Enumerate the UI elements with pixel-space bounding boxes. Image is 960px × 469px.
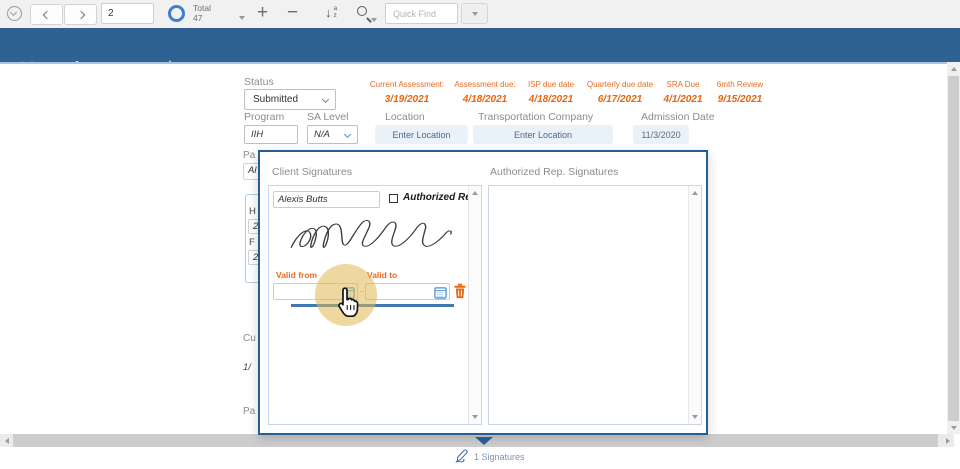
clipped-text: 1/ <box>243 362 251 373</box>
page-number-input[interactable]: 2 <box>101 3 154 24</box>
clipped-label: Cu <box>243 333 256 344</box>
due-date-value: 4/1/2021 <box>658 94 708 105</box>
signatures-count[interactable]: 1 Signatures <box>474 452 525 462</box>
authorized-rep-checkbox[interactable] <box>389 194 398 203</box>
zoom-in-button[interactable]: + <box>257 3 268 22</box>
due-date-label: Quarterly due date <box>578 80 662 89</box>
trash-icon[interactable] <box>454 283 466 299</box>
chevron-right-icon <box>76 10 84 18</box>
due-date-value: 4/18/2021 <box>520 94 582 105</box>
chevron-left-icon <box>42 10 50 18</box>
signatures-dialog: Client Signatures Authorized Rep. Signat… <box>258 150 708 435</box>
caret-down-icon[interactable] <box>239 16 245 20</box>
due-date-col: Current Assessment: 3/19/2021 <box>362 80 452 105</box>
sort-az-icon: a z <box>334 5 338 21</box>
admission-date-label: Admission Date <box>641 111 715 123</box>
scroll-down-icon[interactable] <box>692 415 698 419</box>
scroll-up-icon[interactable] <box>472 191 478 195</box>
prev-record-button[interactable] <box>30 4 63 25</box>
scroll-down-icon[interactable] <box>472 415 478 419</box>
collapse-circle-icon[interactable] <box>7 6 22 21</box>
total-count: 47 <box>193 13 211 23</box>
due-date-col: Assessment due: 4/18/2021 <box>448 80 522 105</box>
admission-date-button[interactable]: 11/3/2020 <box>633 125 689 144</box>
top-toolbar: 2 Total 47 + − ↓ a z <box>0 0 960 28</box>
dialog-collapse-arrow[interactable] <box>475 437 493 445</box>
chevron-down-icon <box>322 96 329 103</box>
due-date-col: Quarterly due date 6/17/2021 <box>578 80 662 105</box>
quick-find-container <box>385 3 458 24</box>
valid-to-input[interactable] <box>365 283 450 300</box>
due-date-col: 6mth Review 9/15/2021 <box>708 80 772 105</box>
total-label: Total <box>193 3 211 13</box>
chevron-down-icon <box>344 131 351 138</box>
sa-level-label: SA Level <box>307 111 348 123</box>
vertical-scrollbar-thumb[interactable] <box>948 76 959 421</box>
app-window: 2 Total 47 + − ↓ a z Close <box>0 0 960 469</box>
search-icon[interactable] <box>357 6 367 16</box>
signature-stroke <box>285 214 457 254</box>
clipped-label: Pa <box>243 150 255 161</box>
vertical-scrollbar[interactable] <box>947 62 960 434</box>
pen-sign-icon <box>453 448 470 464</box>
status-value: Submitted <box>253 94 298 105</box>
transportation-label: Transportation Company <box>478 111 593 123</box>
due-date-label: Current Assessment: <box>362 80 452 89</box>
scroll-down-button[interactable] <box>947 421 960 434</box>
location-label: Location <box>385 111 425 123</box>
action-toolbar: Close Sign View Audit <box>0 28 960 62</box>
due-date-col: SRA Due 4/1/2021 <box>658 80 708 105</box>
client-signatures-label: Client Signatures <box>272 166 352 178</box>
due-date-label: Assessment due: <box>448 80 522 89</box>
due-date-label: ISP due date <box>520 80 582 89</box>
program-input[interactable]: IIH <box>244 125 298 144</box>
due-date-col: ISP due date 4/18/2021 <box>520 80 582 105</box>
cursor-hand-icon <box>335 286 361 319</box>
client-signatures-panel: Alexis Butts Authorized Rep Valid from V… <box>268 185 482 425</box>
due-date-value: 9/15/2021 <box>708 94 772 105</box>
total-counter: Total 47 <box>193 3 211 23</box>
search-caret-icon[interactable] <box>371 18 377 22</box>
sort-arrow-icon: ↓ <box>325 5 332 21</box>
program-label: Program <box>244 111 284 123</box>
scroll-up-button[interactable] <box>947 62 960 75</box>
due-date-value: 6/17/2021 <box>578 94 662 105</box>
status-select[interactable]: Submitted <box>244 89 336 110</box>
valid-from-label: Valid from <box>276 270 317 280</box>
scroll-left-button[interactable] <box>0 434 13 447</box>
next-record-button[interactable] <box>64 4 97 25</box>
due-date-value: 4/18/2021 <box>448 94 522 105</box>
clipped-text: F <box>249 237 255 248</box>
status-label: Status <box>244 76 274 88</box>
sort-button[interactable]: ↓ a z <box>325 5 337 21</box>
scroll-up-icon[interactable] <box>692 191 698 195</box>
clipped-text: H <box>249 206 256 217</box>
quick-find-dropdown-button[interactable] <box>461 3 488 24</box>
transportation-button[interactable]: Enter Location <box>473 125 613 144</box>
progress-ring-icon <box>168 5 185 22</box>
authorized-signatures-panel <box>488 185 702 425</box>
signer-name-input[interactable]: Alexis Butts <box>273 191 380 208</box>
location-button[interactable]: Enter Location <box>375 125 468 144</box>
clipped-label: Pa <box>243 406 255 417</box>
authorized-signatures-label: Authorized Rep. Signatures <box>490 166 618 178</box>
caret-down-icon <box>472 12 478 16</box>
authorized-rep-checkbox-label: Authorized Rep <box>403 192 477 203</box>
due-date-label: SRA Due <box>658 80 708 89</box>
scroll-right-button[interactable] <box>941 434 954 447</box>
panel-scrollbar[interactable] <box>468 186 481 424</box>
calendar-icon[interactable] <box>434 286 447 299</box>
quick-find-input[interactable] <box>386 5 457 24</box>
sa-level-select[interactable]: N/A <box>307 125 358 144</box>
due-date-value: 3/19/2021 <box>362 94 452 105</box>
sa-level-value: N/A <box>314 129 330 140</box>
zoom-out-button[interactable]: − <box>287 3 298 22</box>
due-date-label: 6mth Review <box>708 80 772 89</box>
panel-scrollbar[interactable] <box>688 186 701 424</box>
